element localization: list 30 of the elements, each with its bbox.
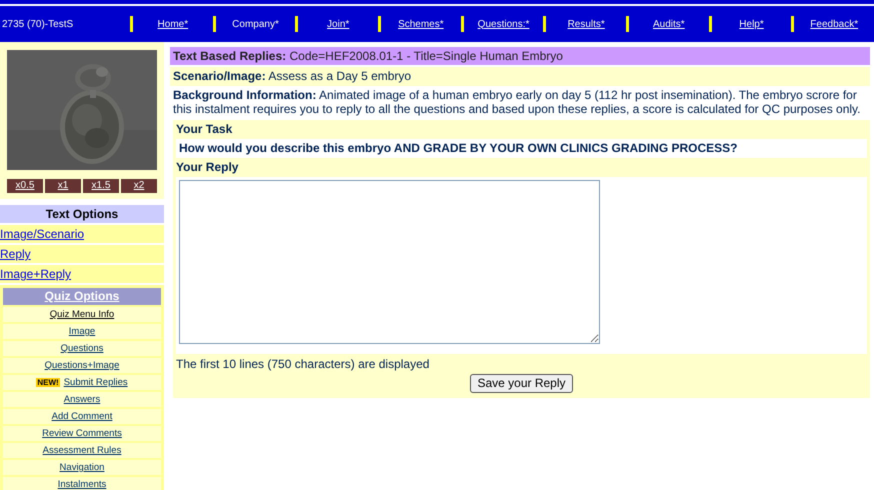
text-option-link[interactable]: Image+Reply — [0, 265, 164, 283]
save-button[interactable]: Save your Reply — [470, 374, 573, 393]
nav-link[interactable]: Results* — [546, 16, 626, 32]
text-option-link[interactable]: Reply — [0, 245, 164, 263]
nav-label: Company* — [231, 18, 280, 32]
reply-heading: Your Reply — [176, 159, 240, 176]
user-label: 2735 (70)-TestS — [1, 18, 74, 32]
nav-link[interactable]: Questions:* — [464, 16, 544, 32]
reply-field[interactable] — [179, 180, 600, 344]
nav-link[interactable]: Home* — [133, 16, 213, 32]
nav-link[interactable]: Join* — [298, 16, 378, 32]
nav-link[interactable]: Feedback* — [794, 16, 874, 32]
note-text: The first 10 lines (750 characters) are displayed — [176, 356, 430, 373]
zoom-button[interactable]: x2 — [121, 179, 157, 193]
zoom-button[interactable]: x1.5 — [83, 179, 119, 193]
nav-link[interactable]: Help* — [712, 16, 792, 32]
section-heading: Text Options — [0, 205, 164, 223]
task-heading: Your Task — [176, 121, 234, 138]
zoom-button[interactable]: x0.5 — [7, 179, 43, 193]
scenario-text: Scenario/Image: Assess as a Day 5 embryo — [170, 67, 870, 86]
new-badge: NEW! — [36, 378, 60, 387]
page-title: Text Based Replies: Code=HEF2008.01-1 - Title=Single Human Embryo — [170, 47, 870, 65]
text-option-link[interactable]: Image/Scenario — [0, 225, 164, 243]
quiz-option-link[interactable]: Image — [68, 324, 96, 339]
quiz-option-link[interactable]: Submit Replies — [64, 375, 128, 390]
zoom-button[interactable]: x1 — [45, 179, 81, 193]
background-text: Background Information: Animated image of a human embryo early on day 5 (112 hr post insemination). The embryo scrore for this instalment requires you to reply to all the questions and based upon these replies, a score is calculated for QC purposes only. — [172, 87, 862, 116]
nav-link[interactable]: Audits* — [629, 16, 709, 32]
question-text: How would you describe this embryo AND GRADE BY YOUR OWN CLINICS GRADING PROCESS? — [176, 139, 867, 158]
nav-link[interactable]: Schemes* — [381, 16, 461, 32]
